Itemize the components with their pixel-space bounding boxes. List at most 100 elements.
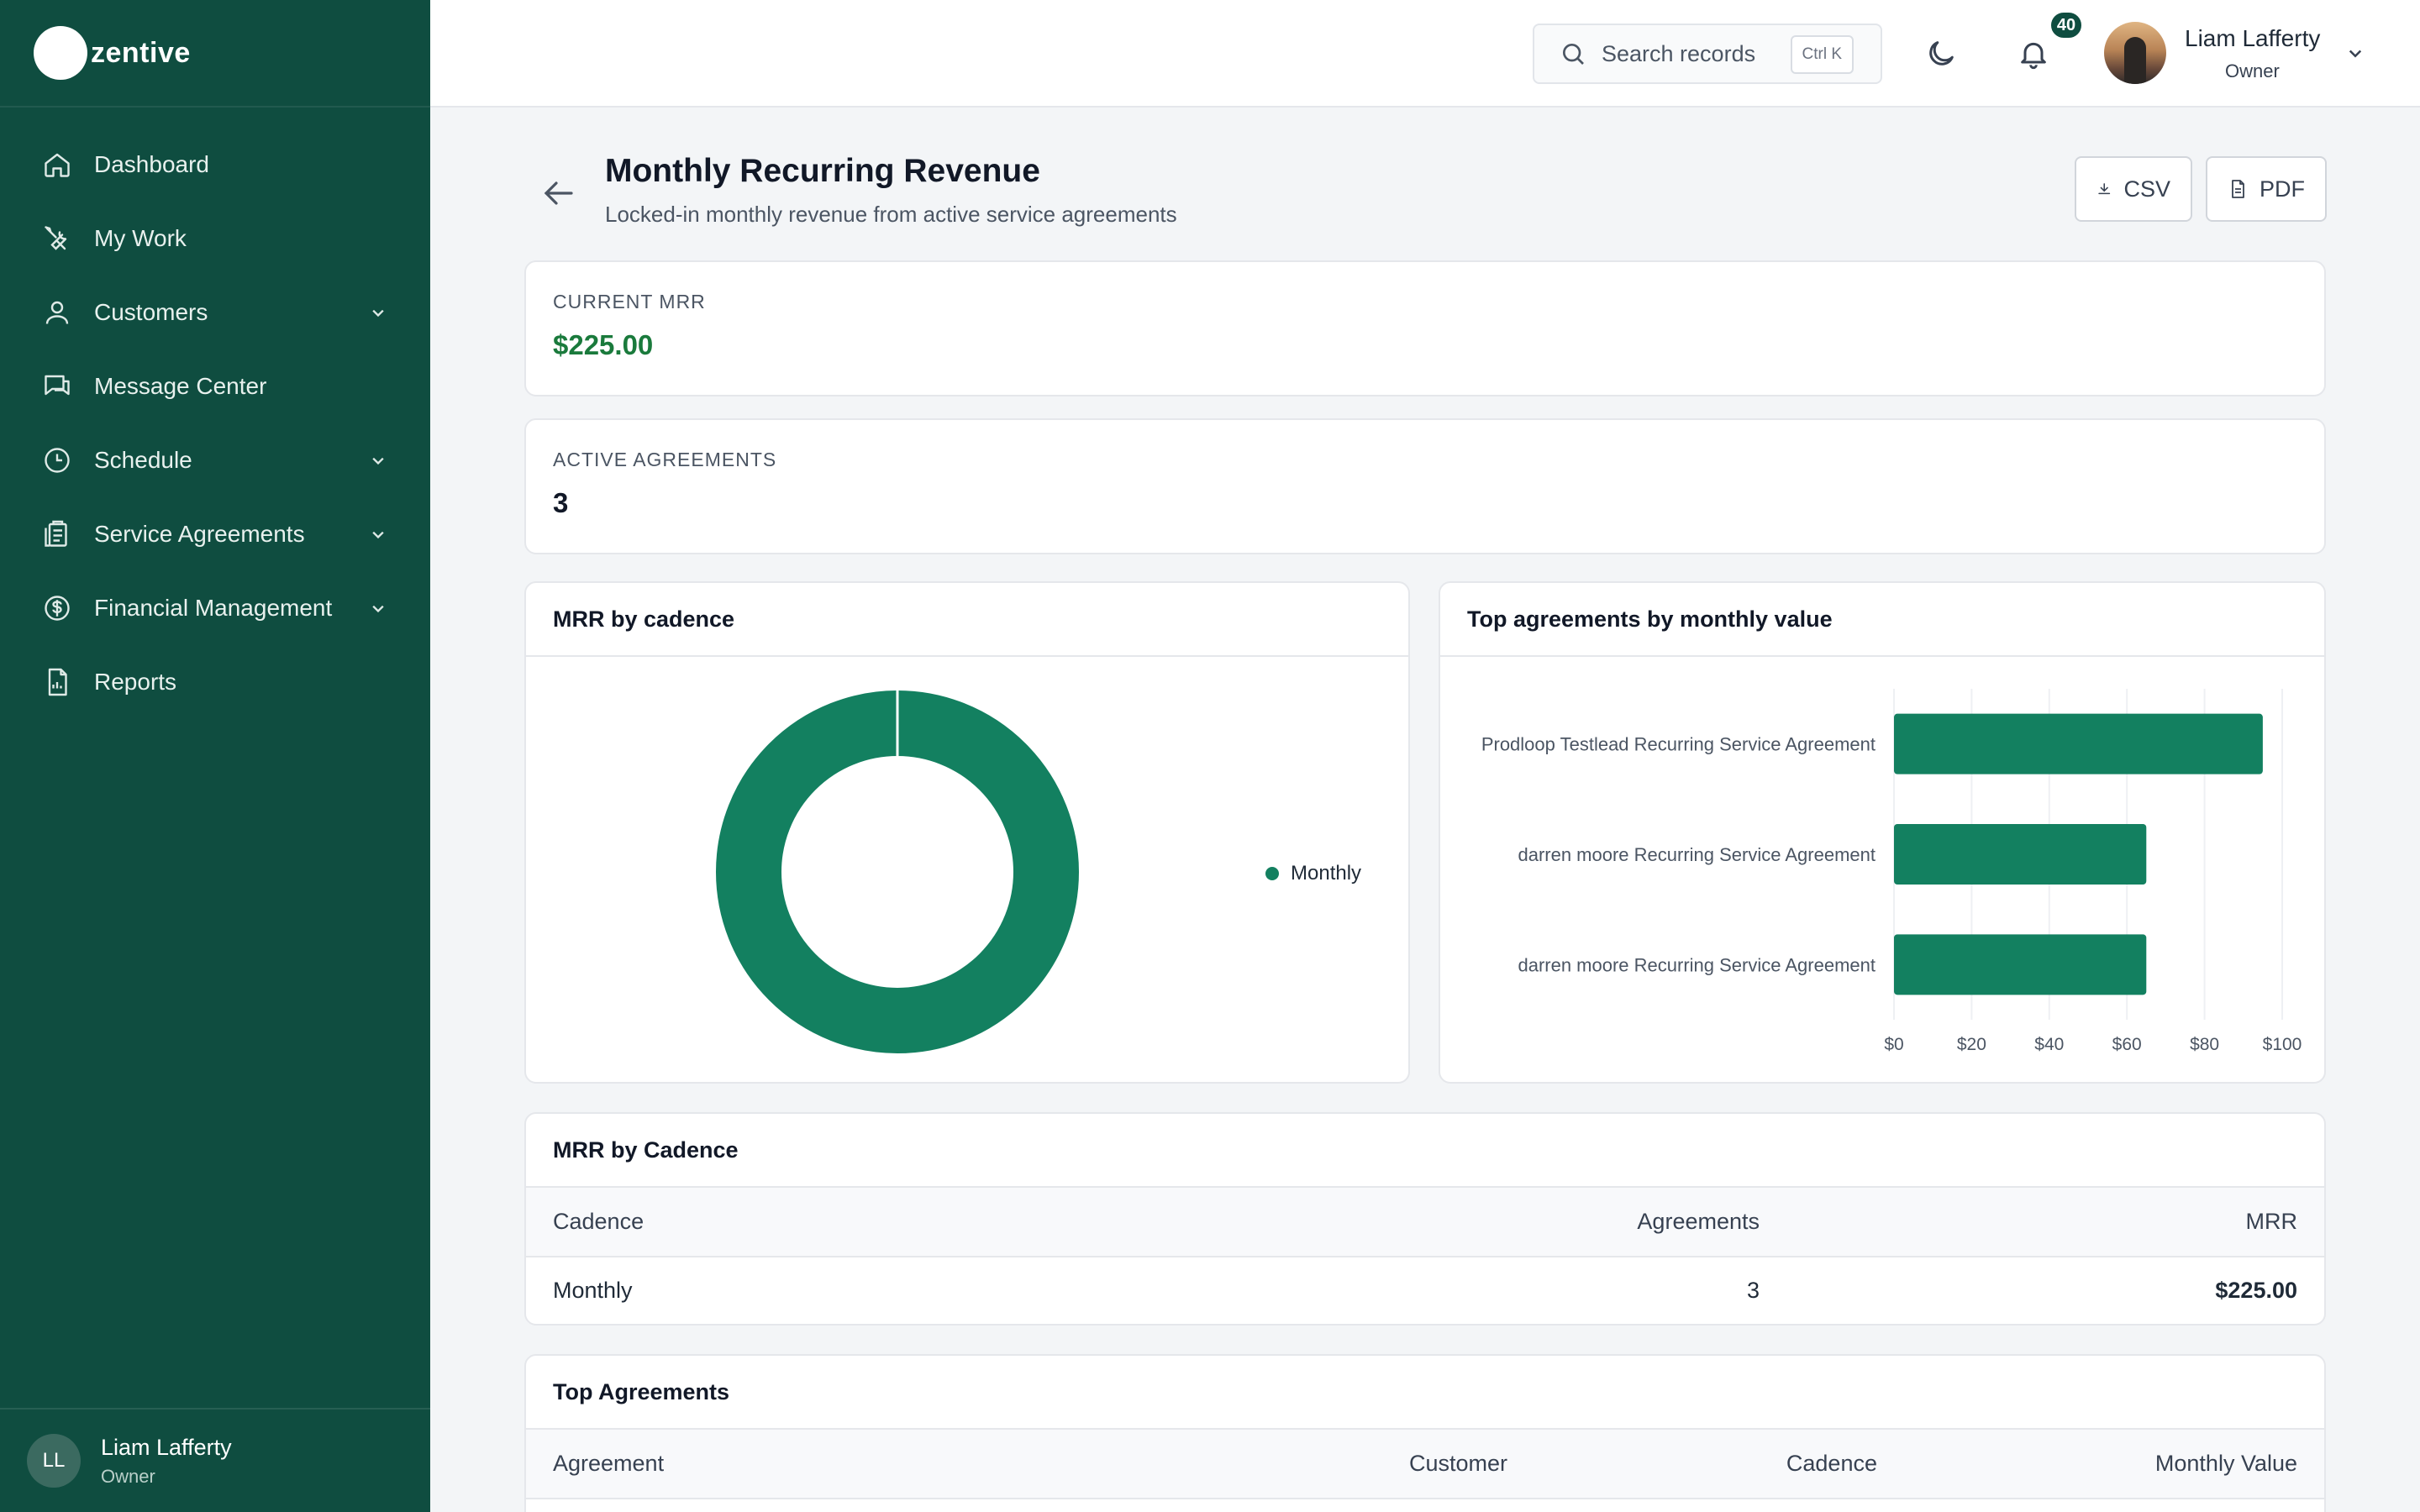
sidebar-user[interactable]: LL Liam Lafferty Owner [0,1408,430,1512]
sidebar-item-label: Customers [94,299,208,325]
search-shortcut: Ctrl K [1790,35,1854,74]
search-box[interactable]: Ctrl K [1533,24,1882,84]
x-tick-label: $100 [2263,1035,2302,1054]
sidebar-item-service-agreements[interactable]: Service Agreements [0,497,430,571]
column-header-monthly-value[interactable]: Monthly Value [1904,1430,2324,1499]
home-icon [40,148,74,181]
chevron-down-icon[interactable] [2343,40,2368,66]
active-agreements-card: ACTIVE AGREEMENTS 3 [524,418,2326,554]
sidebar-item-label: My Work [94,225,187,251]
cell-agreements: 3 [1746,1278,1760,1303]
user-role: Owner [2225,60,2280,81]
notifications-button[interactable] [2013,34,2054,74]
bar-category-label: Prodloop Testlead Recurring Service Agre… [1481,734,1876,755]
page-subtitle: Locked-in monthly revenue from active se… [605,202,1177,227]
table-header-row: Cadence Agreements MRR [526,1188,2324,1257]
current-mrr-value: $225.00 [553,329,654,360]
chart-legend: Monthly [1265,862,1361,885]
bar-1 [1894,713,2263,774]
moon-icon [1929,41,1954,66]
current-mrr-label: CURRENT MRR [553,291,706,312]
column-header-cadence[interactable]: Cadence [1534,1430,1904,1499]
search-input[interactable] [1602,40,1786,67]
active-agreements-value: 3 [553,487,569,518]
table-row[interactable]: Monthly 3 $225.00 [526,1257,2324,1324]
sidebar-item-customers[interactable]: Customers [0,276,430,349]
column-header-cadence[interactable]: Cadence [526,1188,1198,1257]
notification-badge: 40 [2049,10,2084,40]
top-agreements-table: Agreement Customer Cadence Monthly Value [526,1430,2324,1499]
top-agreements-chart-card: Top agreements by monthly value $0 $20 $40… [1439,581,2326,1084]
legend-label: Monthly [1291,862,1362,885]
sidebar-item-schedule[interactable]: Schedule [0,423,430,497]
cell-cadence: Monthly [553,1278,633,1303]
brand-name: zentive [91,36,191,69]
bar-3 [1894,934,2147,995]
bar-chart: $0 $20 $40 $60 $80 $100 Prodloop Testlead Recu… [1481,689,2302,1054]
column-header-agreements[interactable]: Agreements [1198,1188,1786,1257]
export-pdf-button[interactable]: PDF [2206,156,2327,222]
column-header-customer[interactable]: Customer [1097,1430,1534,1499]
users-icon [40,296,74,329]
sidebar-item-label: Reports [94,669,177,695]
x-tick-label: $60 [2112,1035,2142,1054]
table-title: MRR by Cadence [526,1114,2324,1188]
export-pdf-label: PDF [2260,176,2305,202]
sidebar-item-dashboard[interactable]: Dashboard [0,128,430,202]
column-header-agreement[interactable]: Agreement [526,1430,1097,1499]
dollar-icon [40,591,74,625]
sidebar-item-financial-management[interactable]: Financial Management [0,571,430,645]
sidebar-item-label: Service Agreements [94,521,305,547]
download-icon [2098,183,2111,195]
report-icon [40,665,74,699]
legend-swatch [1265,867,1279,880]
chevron-down-icon[interactable] [366,301,390,324]
mrr-by-cadence-chart-card: MRR by cadence Monthly [524,581,1410,1084]
sidebar-user-role: Owner [101,1465,155,1487]
sidebar-item-reports[interactable]: Reports [0,645,430,719]
user-name[interactable]: Liam Lafferty [2185,25,2320,52]
x-tick-label: $0 [1884,1035,1903,1054]
sidebar-item-my-work[interactable]: My Work [0,202,430,276]
sidebar-item-message-center[interactable]: Message Center [0,349,430,423]
sidebar-nav: Dashboard My Work Customers Message Cent… [0,108,430,719]
tools-icon [40,222,74,255]
chart-title: Top agreements by monthly value [1440,583,2324,657]
top-header: Ctrl K 40 Liam Lafferty Owner [430,0,2420,108]
bar-2 [1894,824,2147,885]
sidebar-item-label: Dashboard [94,151,209,177]
export-csv-label: CSV [2123,176,2170,202]
chat-icon [40,370,74,403]
sidebar-item-label: Schedule [94,447,192,473]
brand-logo[interactable]: zentive [0,0,430,108]
x-tick-label: $40 [2034,1035,2064,1054]
page-title: Monthly Recurring Revenue [605,153,1040,189]
avatar-photo [2124,37,2146,84]
table-title: Top Agreements [526,1356,2324,1430]
document-icon [2232,180,2244,198]
clock-icon [40,444,74,477]
top-agreements-table-card: Top Agreements Agreement Customer Cadenc… [524,1354,2326,1512]
search-icon [1563,44,1584,65]
x-tick-label: $80 [2190,1035,2219,1054]
chevron-down-icon[interactable] [366,522,390,546]
cell-mrr: $225.00 [2215,1278,2297,1303]
bar-category-label: darren moore Recurring Service Agreement [1518,844,1876,865]
theme-toggle-button[interactable] [1921,34,1961,74]
avatar[interactable] [2104,22,2166,84]
donut-slice-monthly [716,690,1079,1053]
chevron-down-icon[interactable] [366,449,390,472]
clipboard-icon [40,517,74,551]
table-header-row: Agreement Customer Cadence Monthly Value [526,1430,2324,1499]
chevron-down-icon[interactable] [366,596,390,620]
sidebar-user-name: Liam Lafferty [101,1434,232,1460]
main-content: Monthly Recurring Revenue Locked-in mont… [430,108,2420,1512]
sidebar-item-label: Message Center [94,373,267,399]
column-header-mrr[interactable]: MRR [1786,1188,2324,1257]
back-arrow-icon[interactable] [538,173,578,213]
export-csv-button[interactable]: CSV [2075,156,2192,222]
active-agreements-label: ACTIVE AGREEMENTS [553,449,777,470]
current-mrr-card: CURRENT MRR $225.00 [524,260,2326,396]
mrr-by-cadence-table-card: MRR by Cadence Cadence Agreements MRR Mo… [524,1112,2326,1326]
avatar: LL [27,1434,81,1488]
